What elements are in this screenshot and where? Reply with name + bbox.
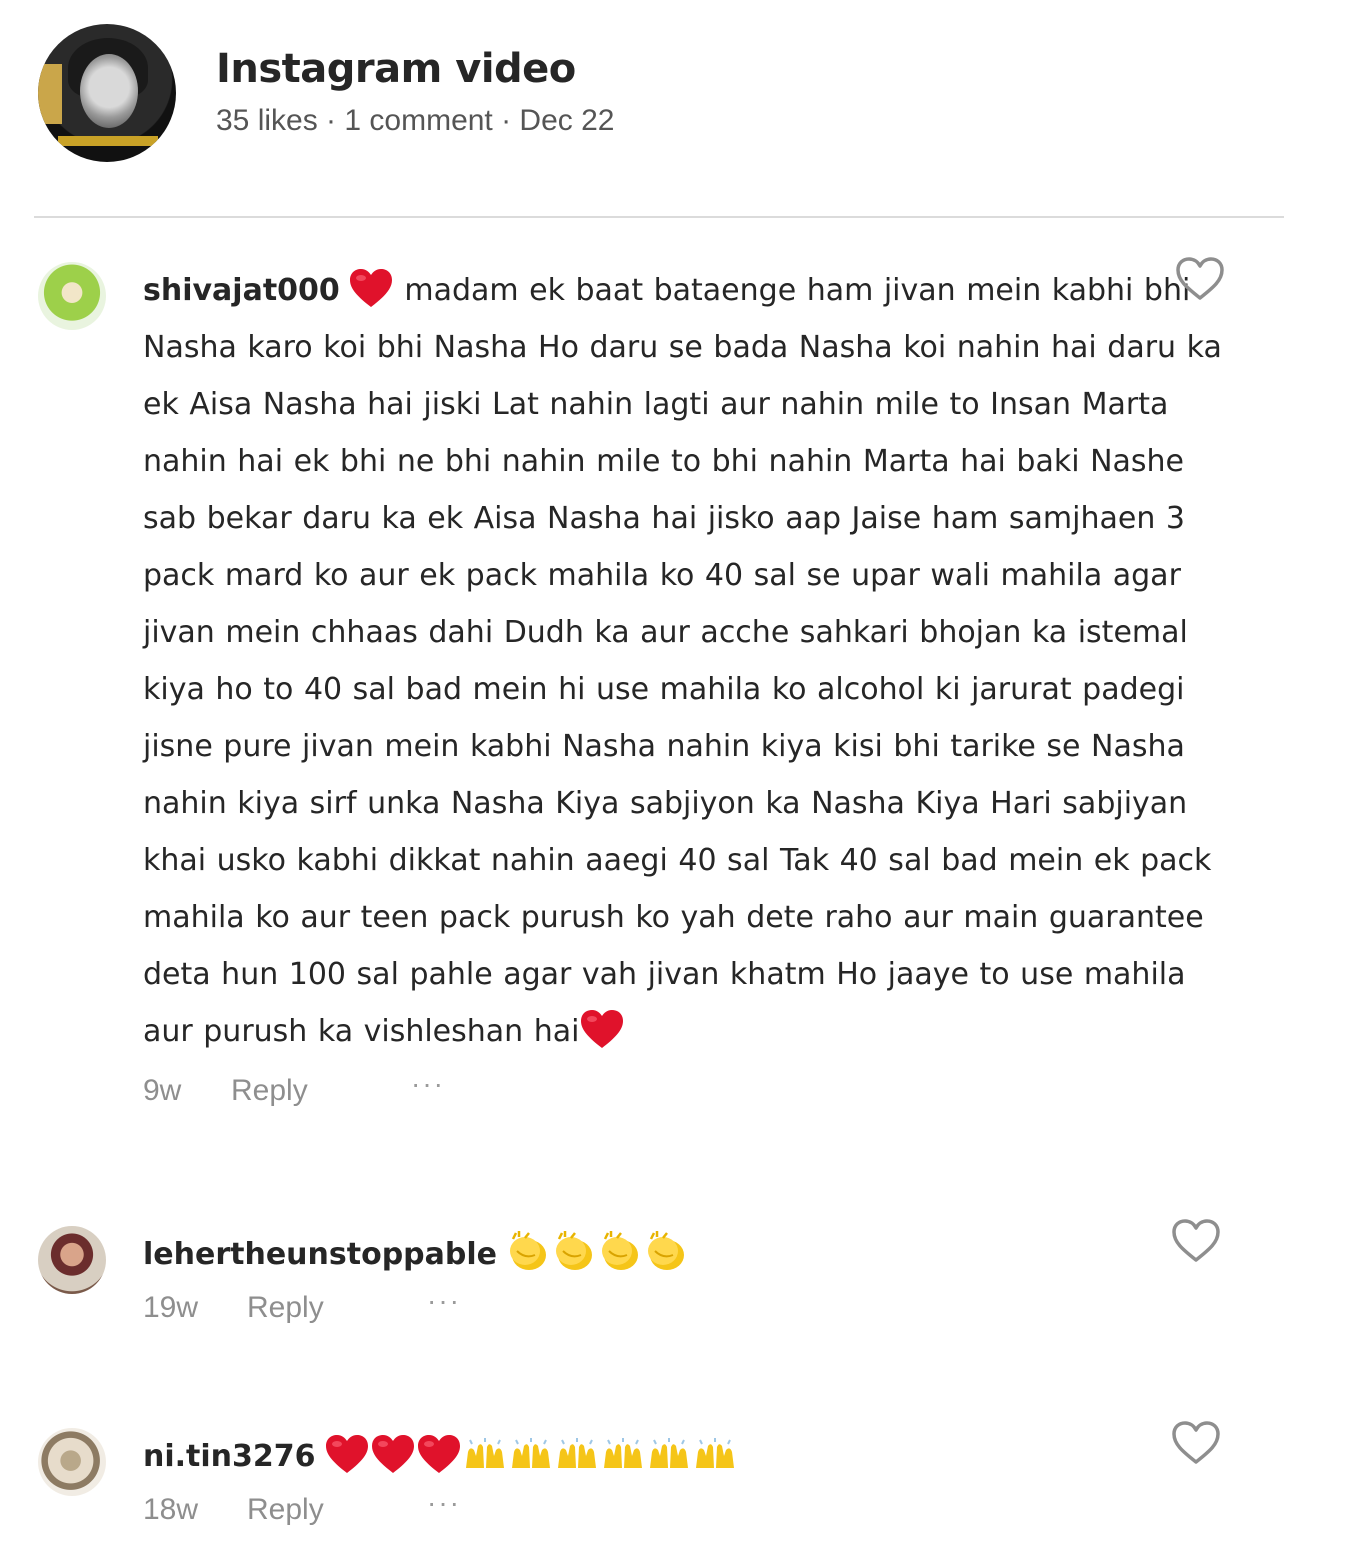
- post-meta: 35 likes · 1 comment · Dec 22: [216, 104, 615, 137]
- more-options-icon[interactable]: ···: [427, 1487, 461, 1519]
- clapping-hands-emoji-icon: [597, 1229, 643, 1275]
- comment-time[interactable]: 9w: [143, 1074, 181, 1108]
- comment-text: shivajat000 madam ek baat bataenge ham j…: [143, 262, 1223, 1060]
- more-options-icon[interactable]: ···: [411, 1068, 445, 1100]
- red-heart-emoji-icon: [324, 1433, 370, 1475]
- comment-username[interactable]: ni.tin3276: [143, 1439, 316, 1474]
- comment-body: madam ek baat bataenge ham jivan mein ka…: [143, 273, 1222, 1049]
- raised-hands-emoji-icon: [600, 1438, 646, 1472]
- raised-hands-emoji-icon: [692, 1438, 738, 1472]
- post-author-avatar[interactable]: [38, 24, 176, 162]
- red-heart-emoji-icon: [370, 1433, 416, 1475]
- clapping-hands-emoji-icon: [505, 1229, 551, 1275]
- raised-hands-emoji-icon: [646, 1438, 692, 1472]
- raised-hands-emoji-icon: [462, 1438, 508, 1472]
- red-heart-emoji-icon: [348, 267, 394, 309]
- raised-hands-emoji-icon: [554, 1438, 600, 1472]
- comment-username[interactable]: shivajat000: [143, 273, 340, 308]
- clapping-hands-emoji-icon: [643, 1229, 689, 1275]
- like-heart-icon[interactable]: [1170, 1218, 1222, 1264]
- like-heart-icon[interactable]: [1170, 1420, 1222, 1466]
- reply-button[interactable]: Reply: [247, 1291, 324, 1325]
- commenter-avatar[interactable]: [38, 1428, 106, 1496]
- reply-button[interactable]: Reply: [231, 1074, 308, 1108]
- comment-actions: 9w Reply ···: [143, 1068, 1223, 1114]
- raised-hands-emoji-icon: [508, 1438, 554, 1472]
- clapping-hands-emoji-icon: [551, 1229, 597, 1275]
- more-options-icon[interactable]: ···: [427, 1285, 461, 1317]
- comment-time[interactable]: 19w: [143, 1291, 198, 1325]
- comment-text: ni.tin3276: [143, 1428, 1223, 1485]
- comment-username[interactable]: lehertheunstoppable: [143, 1237, 497, 1272]
- comment-actions: 18w Reply ···: [143, 1487, 1223, 1533]
- comment-time[interactable]: 18w: [143, 1493, 198, 1527]
- commenter-avatar[interactable]: [38, 262, 106, 330]
- post-title[interactable]: Instagram video: [216, 46, 576, 92]
- comment-text: lehertheunstoppable: [143, 1226, 1223, 1283]
- commenter-avatar[interactable]: [38, 1226, 106, 1294]
- red-heart-emoji-icon: [579, 1008, 625, 1050]
- comment-actions: 19w Reply ···: [143, 1285, 1223, 1331]
- reply-button[interactable]: Reply: [247, 1493, 324, 1527]
- header-divider: [34, 216, 1284, 218]
- like-heart-icon[interactable]: [1174, 256, 1226, 302]
- post-header: Instagram video 35 likes · 1 comment · D…: [38, 24, 1288, 164]
- red-heart-emoji-icon: [416, 1433, 462, 1475]
